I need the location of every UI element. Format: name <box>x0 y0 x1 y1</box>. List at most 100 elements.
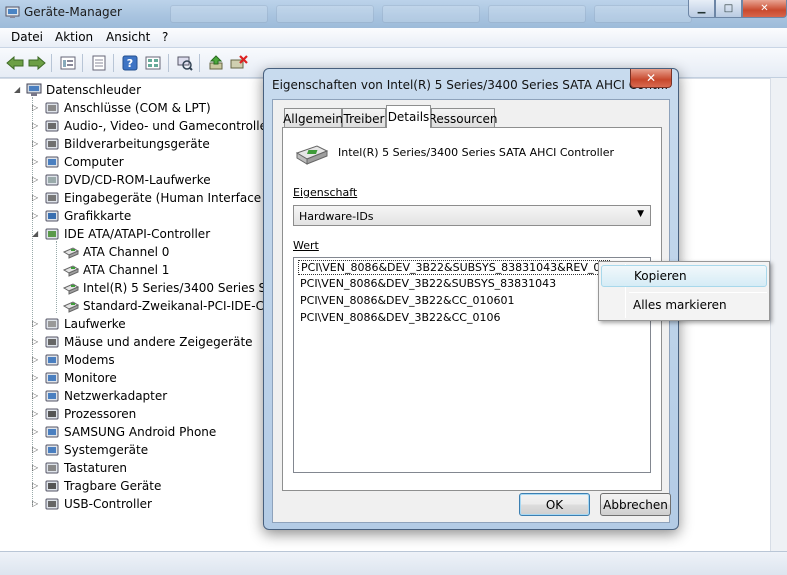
tree-device-label: Standard-Zweikanal-PCI-IDE-Cont <box>83 299 284 313</box>
window-title: Geräte-Manager <box>24 5 122 19</box>
tree-device[interactable]: ATA Channel 1 <box>63 261 169 279</box>
expand-arrow-icon[interactable]: ▷ <box>32 445 38 454</box>
collapse-arrow-icon[interactable]: ◢ <box>32 229 38 238</box>
display-adapter-icon <box>45 210 59 222</box>
device-name: Intel(R) 5 Series/3400 Series SATA AHCI … <box>338 146 614 159</box>
tree-root[interactable]: Datenschleuder <box>26 81 141 99</box>
expand-arrow-icon[interactable]: ▷ <box>32 337 38 346</box>
forward-icon[interactable] <box>27 53 47 73</box>
expand-arrow-icon[interactable]: ▷ <box>32 103 38 112</box>
controller-device-icon <box>63 301 79 313</box>
tree-category[interactable]: Mäuse und andere Zeigegeräte <box>44 333 253 351</box>
maximize-button[interactable]: □ <box>715 0 742 18</box>
expand-arrow-icon[interactable]: ▷ <box>32 211 38 220</box>
tree-category[interactable]: Bildverarbeitungsgeräte <box>44 135 210 153</box>
expand-arrow-icon[interactable]: ▷ <box>32 139 38 148</box>
ok-button[interactable]: OK <box>519 493 590 516</box>
computer-icon <box>26 83 42 96</box>
property-select[interactable]: Hardware-IDs ▼ <box>293 205 651 226</box>
expand-arrow-icon[interactable]: ▷ <box>32 373 38 382</box>
tab-treiber[interactable]: Treiber <box>342 108 386 128</box>
close-button[interactable]: ✕ <box>742 0 787 18</box>
tree-scrollbar[interactable] <box>770 78 787 551</box>
disable-device-icon[interactable] <box>229 53 249 73</box>
tree-category[interactable]: Prozessoren <box>44 405 136 423</box>
dialog-close-button[interactable]: ✕ <box>630 69 672 88</box>
properties-icon[interactable] <box>89 53 109 73</box>
expand-arrow-icon[interactable]: ▷ <box>32 175 38 184</box>
controller-device-icon <box>63 283 79 295</box>
value-item[interactable]: PCI\VEN_8086&DEV_3B22&CC_010601 <box>300 294 514 307</box>
sata-controller-icon <box>295 145 329 165</box>
menu-ansicht[interactable]: Ansicht <box>106 30 150 44</box>
tree-category[interactable]: Audio-, Video- und Gamecontroller <box>44 117 272 135</box>
menu-bar: Datei Aktion Ansicht ? <box>0 28 787 48</box>
controller-device-icon <box>63 247 79 259</box>
expand-arrow-icon[interactable]: ▷ <box>32 193 38 202</box>
tree-category[interactable]: SAMSUNG Android Phone <box>44 423 216 441</box>
expand-arrow-icon[interactable]: ▷ <box>32 157 38 166</box>
tab-details[interactable]: Details <box>386 105 431 128</box>
menu-item-kopieren[interactable]: Kopieren <box>601 265 767 287</box>
mouse-icon <box>45 336 59 348</box>
tab-allgemein[interactable]: Allgemein <box>283 108 343 128</box>
tree-category[interactable]: IDE ATA/ATAPI-Controller <box>44 225 210 243</box>
network-icon <box>45 390 59 402</box>
expand-arrow-icon[interactable]: ▷ <box>32 427 38 436</box>
menu-help[interactable]: ? <box>162 30 168 44</box>
tree-device[interactable]: Standard-Zweikanal-PCI-IDE-Cont <box>63 297 284 315</box>
system-icon <box>45 444 59 456</box>
computer-icon <box>45 156 59 168</box>
show-hide-icon[interactable] <box>58 53 78 73</box>
back-icon[interactable] <box>5 53 25 73</box>
tree-category-label: Eingabegeräte (Human Interface Devi <box>64 191 293 205</box>
tree-category[interactable]: Modems <box>44 351 115 369</box>
tree-category[interactable]: Tastaturen <box>44 459 127 477</box>
property-select-value: Hardware-IDs <box>299 210 374 223</box>
tree-category[interactable]: Systemgeräte <box>44 441 148 459</box>
expand-arrow-icon[interactable]: ▷ <box>32 391 38 400</box>
expand-arrow-icon[interactable]: ▷ <box>32 463 38 472</box>
tree-category[interactable]: Netzwerkadapter <box>44 387 167 405</box>
help-icon[interactable]: ? <box>120 53 140 73</box>
expand-arrow-icon[interactable]: ▷ <box>32 355 38 364</box>
menu-item-alles-markieren[interactable]: Alles markieren <box>601 295 767 317</box>
expand-arrow-icon[interactable]: ▷ <box>32 319 38 328</box>
tree-category-label: Anschlüsse (COM & LPT) <box>64 101 211 115</box>
expand-arrow-icon[interactable]: ▷ <box>32 481 38 490</box>
value-item[interactable]: PCI\VEN_8086&DEV_3B22&SUBSYS_83831043 <box>300 277 556 290</box>
tree-category[interactable]: Computer <box>44 153 124 171</box>
collapse-arrow-icon[interactable]: ◢ <box>14 85 20 94</box>
cancel-button[interactable]: Abbrechen <box>600 493 671 516</box>
tree-category-label: Tastaturen <box>64 461 127 475</box>
menu-separator <box>629 292 767 293</box>
scan-hardware-icon[interactable] <box>175 53 195 73</box>
tree-category[interactable]: Eingabegeräte (Human Interface Devi <box>44 189 292 207</box>
tree-device-label: ATA Channel 0 <box>83 245 170 259</box>
title-bar: Geräte-Manager ▁ □ ✕ <box>0 0 787 28</box>
tree-device-label: ATA Channel 1 <box>83 263 170 277</box>
minimize-button[interactable]: ▁ <box>688 0 715 18</box>
value-item[interactable]: PCI\VEN_8086&DEV_3B22&SUBSYS_83831043&RE… <box>298 260 611 275</box>
expand-arrow-icon[interactable]: ▷ <box>32 499 38 508</box>
tree-category[interactable]: Grafikkarte <box>44 207 131 225</box>
expand-arrow-icon[interactable]: ▷ <box>32 409 38 418</box>
tree-device[interactable]: ATA Channel 0 <box>63 243 169 261</box>
menu-aktion[interactable]: Aktion <box>55 30 93 44</box>
value-item[interactable]: PCI\VEN_8086&DEV_3B22&CC_0106 <box>300 311 500 324</box>
tree-category[interactable]: Laufwerke <box>44 315 126 333</box>
menu-datei[interactable]: Datei <box>11 30 43 44</box>
tree-category[interactable]: Tragbare Geräte <box>44 477 161 495</box>
tree-category[interactable]: Monitore <box>44 369 117 387</box>
usb-icon <box>45 498 59 510</box>
expand-arrow-icon[interactable]: ▷ <box>32 121 38 130</box>
tree-category[interactable]: Anschlüsse (COM & LPT) <box>44 99 211 117</box>
tree-category[interactable]: DVD/CD-ROM-Laufwerke <box>44 171 211 189</box>
view-icon[interactable] <box>143 53 163 73</box>
hid-icon <box>45 192 59 204</box>
device-manager-icon <box>5 6 20 18</box>
tree-category[interactable]: USB-Controller <box>44 495 152 513</box>
tree-category-label: Audio-, Video- und Gamecontroller <box>64 119 272 133</box>
tab-ressourcen[interactable]: Ressourcen <box>429 108 497 128</box>
update-driver-icon[interactable] <box>206 53 226 73</box>
